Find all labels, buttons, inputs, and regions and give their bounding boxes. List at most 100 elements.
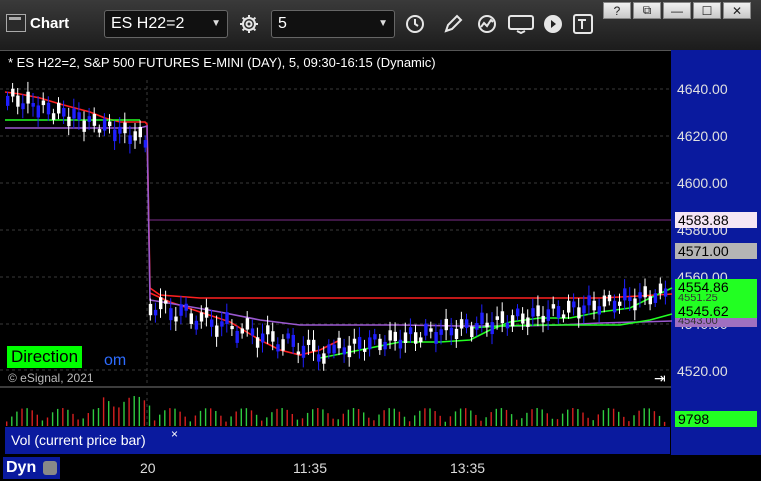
- candle-body: [352, 338, 357, 344]
- candle-body: [31, 103, 35, 107]
- study-icon[interactable]: [472, 10, 502, 38]
- candle-body: [454, 328, 459, 340]
- candle-body: [41, 100, 46, 106]
- candle-body: [62, 108, 66, 117]
- volume-bar: [592, 420, 594, 426]
- candle-body: [449, 327, 454, 336]
- candle-body: [113, 129, 117, 142]
- volume-bar: [368, 417, 370, 426]
- volume-bar: [414, 415, 416, 426]
- symbol-combo[interactable]: ES H22=2 ▼: [104, 10, 228, 38]
- restore-button[interactable]: ⧉: [633, 2, 661, 19]
- tag-volume: 9798: [675, 411, 757, 427]
- volume-bar: [424, 408, 426, 426]
- candle-body: [531, 308, 535, 317]
- volume-bar: [577, 409, 579, 426]
- volume-bar: [57, 408, 59, 426]
- chevron-down-icon[interactable]: ▼: [211, 11, 221, 37]
- clock-icon[interactable]: [400, 10, 430, 38]
- close-icon[interactable]: ×: [171, 427, 178, 441]
- volume-bar: [108, 401, 110, 426]
- candle-body: [536, 305, 540, 317]
- candle-body: [383, 341, 387, 350]
- candle-body: [633, 298, 637, 311]
- volume-bar: [572, 408, 574, 426]
- volume-bar: [607, 408, 610, 426]
- volume-bar: [628, 421, 630, 426]
- candle-body: [337, 337, 341, 349]
- volume-bar: [378, 414, 380, 426]
- candle-body: [470, 326, 474, 338]
- price-tick-4620: 4620.00: [677, 128, 728, 144]
- candle-body: [368, 337, 372, 350]
- play-icon[interactable]: [538, 10, 568, 38]
- volume-bar: [138, 396, 140, 426]
- chevron-down-icon[interactable]: ▼: [378, 11, 388, 37]
- candle-body: [36, 105, 40, 118]
- volume-bar: [510, 414, 513, 426]
- tag-purple-bottom: 4543.00: [675, 318, 757, 327]
- candle-body: [556, 306, 561, 319]
- dynamic-button[interactable]: Dyn: [3, 457, 60, 479]
- direction-suffix: om: [104, 352, 127, 369]
- volume-bar: [153, 420, 156, 426]
- candle-body: [72, 108, 76, 119]
- candle-body: [398, 339, 403, 349]
- volume-strip: [183, 427, 670, 454]
- time-label-1135: 11:35: [293, 460, 327, 476]
- close-button[interactable]: ✕: [723, 2, 751, 19]
- red-line-lower: [149, 292, 341, 356]
- volume-bar: [62, 408, 64, 426]
- volume-label: Vol (current price bar): [5, 427, 183, 454]
- volume-bar: [602, 410, 605, 426]
- link-icon[interactable]: [42, 460, 57, 475]
- volume-bar: [235, 411, 237, 426]
- volume-bar: [266, 417, 268, 426]
- candle-body: [26, 91, 30, 104]
- tag-green-mid: 4551.25: [675, 294, 757, 303]
- candle-body: [123, 122, 127, 134]
- volume-bar: [337, 419, 339, 426]
- candle-body: [434, 331, 438, 344]
- volume-bar: [587, 417, 589, 426]
- pencil-icon[interactable]: [438, 10, 468, 38]
- gear-icon[interactable]: [234, 10, 264, 38]
- maximize-button[interactable]: ☐: [693, 2, 721, 19]
- candle-body: [271, 331, 275, 342]
- volume-bar: [322, 409, 324, 426]
- candle-body: [587, 295, 591, 306]
- scroll-to-end-icon[interactable]: ⇥: [654, 370, 666, 387]
- volume-bar: [582, 412, 584, 426]
- volume-bar: [623, 416, 625, 426]
- candle-body: [11, 88, 15, 97]
- candle-body: [286, 333, 290, 339]
- volume-bar: [536, 408, 538, 426]
- candle-body: [465, 319, 469, 328]
- volume-bar: [658, 415, 661, 426]
- volume-bar: [77, 419, 79, 426]
- volume-bar: [521, 418, 523, 426]
- candle-body: [281, 339, 285, 351]
- volume-bar: [546, 413, 548, 426]
- interval-combo[interactable]: 5 ▼: [271, 10, 395, 38]
- minimize-button[interactable]: —: [663, 2, 691, 19]
- text-tool-icon[interactable]: [568, 10, 598, 38]
- volume-bar: [133, 396, 135, 426]
- volume-bar: [291, 413, 293, 426]
- help-button[interactable]: ?: [603, 2, 631, 19]
- candle-body: [485, 322, 489, 328]
- candle-body: [628, 297, 632, 302]
- candle-body: [500, 311, 505, 324]
- price-chart[interactable]: 4640.00 4620.00 4600.00 4580.00 4560.00 …: [0, 50, 761, 455]
- volume-bar: [505, 409, 508, 426]
- get-data-icon[interactable]: [506, 10, 536, 38]
- volume-bar: [31, 410, 33, 426]
- volume-bar: [215, 410, 217, 426]
- candle-body: [607, 294, 612, 302]
- candle-body: [118, 126, 122, 134]
- candle-body: [414, 332, 418, 344]
- volume-bar: [230, 416, 232, 426]
- volume-bar: [475, 414, 477, 426]
- volume-bar: [143, 400, 146, 426]
- volume-bar: [495, 408, 497, 426]
